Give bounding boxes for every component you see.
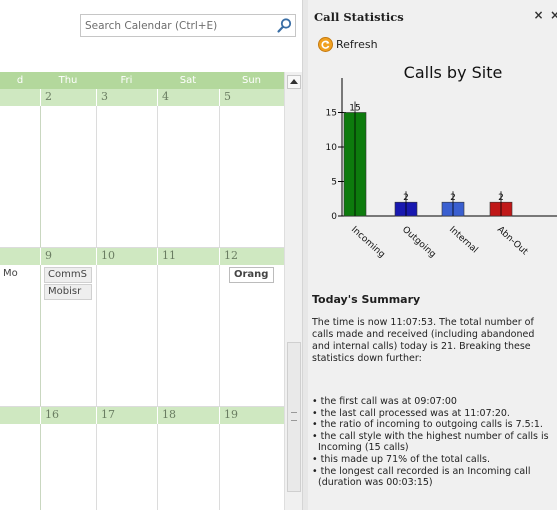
calendar-scrollbar[interactable] bbox=[284, 72, 302, 510]
summary-item: the ratio of incoming to outgoing calls … bbox=[312, 419, 556, 431]
weekday-header: Fri bbox=[96, 72, 157, 89]
close-icon[interactable]: × bbox=[532, 8, 545, 22]
summary-item: the last call processed was at 11:07:20. bbox=[312, 408, 556, 420]
category-label: Outgoing bbox=[400, 225, 438, 260]
day-number[interactable]: 11 bbox=[157, 248, 219, 265]
day-number[interactable]: 19 bbox=[219, 407, 284, 424]
calls-by-site-chart: Calls by Site 0 5 10 15 15 Incoming 2 Outgoing 2 I… bbox=[308, 58, 557, 270]
appointment[interactable]: CommS bbox=[44, 267, 92, 283]
search-input[interactable] bbox=[81, 15, 271, 36]
scroll-up-arrow-icon[interactable] bbox=[287, 75, 301, 89]
refresh-button[interactable]: Refresh bbox=[318, 36, 378, 52]
day-number[interactable]: 3 bbox=[96, 89, 157, 106]
day-number[interactable]: 9 bbox=[40, 248, 96, 265]
summary-item: the first call was at 09:07:00 bbox=[312, 396, 556, 408]
weekday-header: Sat bbox=[157, 72, 219, 89]
category-label: Abn-Out bbox=[495, 225, 530, 258]
weekday-header: d bbox=[0, 72, 40, 89]
summary-heading: Today's Summary bbox=[312, 293, 421, 306]
y-tick-label: 10 bbox=[326, 143, 338, 153]
refresh-icon bbox=[318, 36, 333, 52]
day-number[interactable]: 16 bbox=[40, 407, 96, 424]
week-row: 16 17 18 19 bbox=[0, 407, 284, 424]
category-label: Internal bbox=[447, 225, 479, 256]
data-label: 2 bbox=[498, 193, 504, 203]
refresh-label: Refresh bbox=[336, 37, 378, 51]
data-label: 2 bbox=[450, 193, 456, 203]
scroll-thumb[interactable] bbox=[287, 342, 301, 492]
call-statistics-pane: Call Statistics × × Refresh Calls by Sit… bbox=[308, 0, 557, 510]
y-tick-label: 0 bbox=[331, 212, 337, 222]
day-number[interactable]: 4 bbox=[157, 89, 219, 106]
data-label: 15 bbox=[349, 104, 360, 114]
close-icon[interactable]: × bbox=[550, 8, 557, 22]
summary-item: the longest call recorded is an Incoming… bbox=[312, 466, 556, 489]
data-label: 2 bbox=[403, 193, 409, 203]
weekday-header: Thu bbox=[40, 72, 96, 89]
summary-item: this made up 71% of the total calls. bbox=[312, 454, 556, 466]
day-number[interactable]: 10 bbox=[96, 248, 157, 265]
summary-text: The time is now 11:07:53. The total numb… bbox=[312, 317, 535, 364]
appointment[interactable]: Mo bbox=[0, 267, 40, 283]
chart-canvas: Calls by Site 0 5 10 15 15 Incoming 2 Outgoing 2 I… bbox=[326, 63, 557, 260]
pane-title: Call Statistics bbox=[314, 10, 404, 24]
category-label: Incoming bbox=[349, 225, 387, 260]
calendar-panel: d Thu Fri Sat Sun 2 3 4 5 9 10 11 12 Mo … bbox=[0, 0, 302, 510]
week-row: 9 10 11 12 bbox=[0, 248, 284, 265]
day-number[interactable]: 17 bbox=[96, 407, 157, 424]
day-number[interactable]: 12 bbox=[219, 248, 284, 265]
search-icon[interactable] bbox=[276, 17, 293, 34]
week-row: 2 3 4 5 bbox=[0, 89, 284, 106]
day-number[interactable]: 5 bbox=[219, 89, 284, 106]
appointment[interactable]: Mobisr bbox=[44, 284, 92, 300]
chart-title: Calls by Site bbox=[404, 63, 503, 82]
day-number[interactable]: 18 bbox=[157, 407, 219, 424]
calendar-month-grid: d Thu Fri Sat Sun 2 3 4 5 9 10 11 12 Mo … bbox=[0, 72, 284, 510]
y-tick-label: 15 bbox=[326, 109, 337, 119]
day-number[interactable]: 2 bbox=[40, 89, 96, 106]
weekday-header: Sun bbox=[219, 72, 284, 89]
y-tick-label: 5 bbox=[331, 178, 337, 188]
summary-item: the call style with the highest number o… bbox=[312, 431, 556, 454]
search-box[interactable] bbox=[80, 14, 296, 37]
appointment[interactable]: Orang bbox=[229, 267, 274, 283]
summary-list: the first call was at 09:07:00 the last … bbox=[312, 396, 556, 489]
